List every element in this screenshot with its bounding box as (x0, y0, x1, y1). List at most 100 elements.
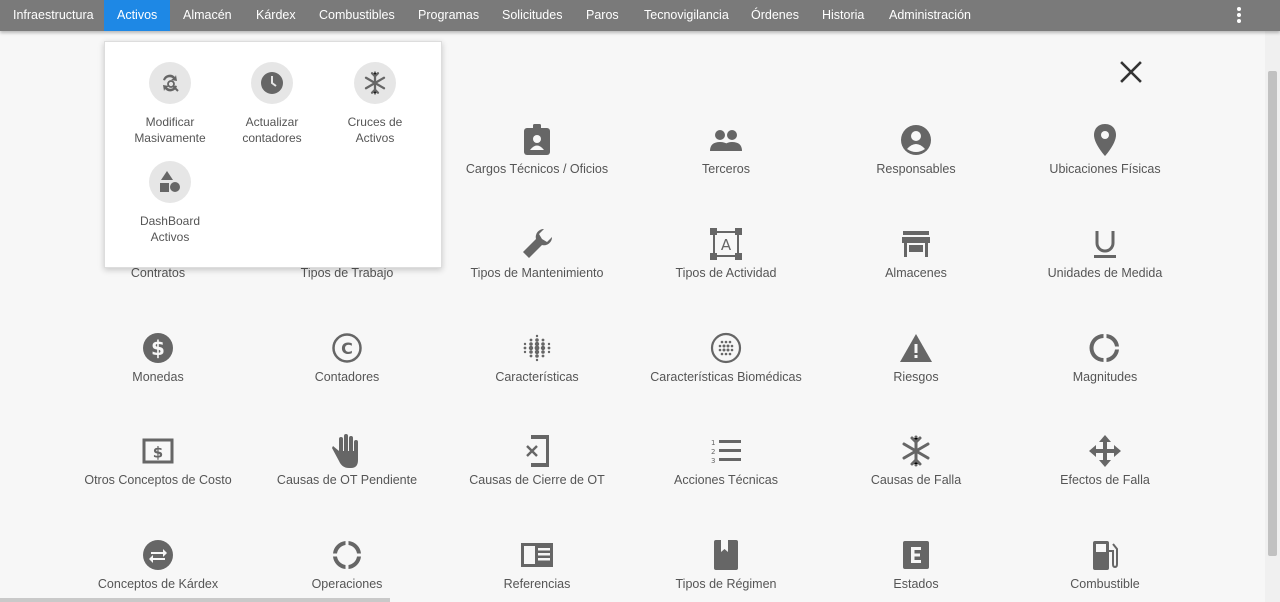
store-icon (896, 226, 936, 262)
grid-item-contadores[interactable]: C Contadores (252, 330, 442, 384)
book-icon (706, 537, 746, 573)
nav-item-almacen[interactable]: Almacén (170, 0, 245, 31)
grid-item-tipos-mantenimiento[interactable]: Tipos de Mantenimiento (442, 226, 632, 280)
snowflake-icon (896, 433, 936, 469)
grid-item-label: Características Biomédicas (650, 370, 802, 384)
grid-item-label: Ubicaciones Físicas (1049, 162, 1161, 176)
grid-item-magnitudes[interactable]: Magnitudes (1010, 330, 1200, 384)
grid-item-terceros[interactable]: Terceros (631, 122, 821, 176)
grid-item-otros-conceptos[interactable]: $ Otros Conceptos de Costo (63, 433, 253, 487)
more-vert-icon[interactable] (1228, 5, 1250, 25)
grid-item-label: Causas de Falla (870, 473, 962, 487)
svg-text:2: 2 (711, 448, 715, 456)
grid-item-causas-cierre-ot[interactable]: Causas de Cierre de OT (442, 433, 632, 487)
swap-circle-icon (138, 537, 178, 573)
nav-item-ordenes[interactable]: Órdenes (738, 0, 812, 31)
popup-item-label-line1: Modificar (145, 115, 195, 129)
grid-item-operaciones[interactable]: Operaciones (252, 537, 442, 591)
grid-item-label: Acciones Técnicas (674, 473, 778, 487)
move-arrows-icon (1085, 433, 1125, 469)
nav-item-tecnovigilancia[interactable]: Tecnovigilancia (631, 0, 742, 31)
popup-item-modificar-masivamente[interactable]: Modificar Masivamente (120, 62, 220, 146)
nav-item-kardex[interactable]: Kárdex (243, 0, 309, 31)
text-frame-icon: A (706, 226, 746, 262)
grid-item-combustible[interactable]: Combustible (1010, 537, 1200, 591)
close-icon[interactable] (1116, 57, 1146, 87)
grid-item-label: Magnitudes (1072, 370, 1138, 384)
grid-item-efectos-falla[interactable]: Efectos de Falla (1010, 433, 1200, 487)
numbered-list-icon: 123 (706, 433, 746, 469)
grid-item-label: Estados (893, 577, 939, 591)
grid-item-label: Características (495, 370, 579, 384)
grid-item-label: Contadores (314, 370, 380, 384)
swap-search-icon (149, 62, 191, 104)
grid-item-caracteristicas-biomedicas[interactable]: Características Biomédicas (631, 330, 821, 384)
grid-item-conceptos-kardex[interactable]: Conceptos de Kárdex (63, 537, 253, 591)
close-document-icon (517, 433, 557, 469)
popup-item-dashboard-activos[interactable]: DashBoard Activos (120, 161, 220, 245)
grid-item-label: Monedas (132, 370, 184, 384)
grid-item-riesgos[interactable]: Riesgos (821, 330, 1011, 384)
money-icon: $ (138, 433, 178, 469)
grid-item-caracteristicas[interactable]: Características (442, 330, 632, 384)
grid-item-almacenes[interactable]: Almacenes (821, 226, 1011, 280)
nav-item-infraestructura[interactable]: Infraestructura (0, 0, 107, 31)
svg-text:$: $ (151, 336, 165, 360)
fuel-icon (1085, 537, 1125, 573)
grid-item-label: Almacenes (885, 266, 947, 280)
chrome-reader-icon (517, 537, 557, 573)
grid-item-responsables[interactable]: Responsables (821, 122, 1011, 176)
grid-item-ubicaciones[interactable]: Ubicaciones Físicas (1010, 122, 1200, 176)
nav-item-programas[interactable]: Programas (405, 0, 492, 31)
popup-item-cruces-activos[interactable]: Cruces de Activos (325, 62, 425, 146)
horizontal-scrollbar[interactable] (0, 598, 390, 602)
popup-item-label-line2: Masivamente (134, 131, 206, 145)
nav-item-paros[interactable]: Paros (573, 0, 632, 31)
grid-item-label: Combustible (1070, 577, 1140, 591)
popup-item-label-line2: Activos (355, 131, 395, 145)
account-circle-icon (896, 122, 936, 158)
grid-item-unidades-medida[interactable]: Unidades de Medida (1010, 226, 1200, 280)
grid-item-monedas[interactable]: $ Monedas (63, 330, 253, 384)
nav-item-activos[interactable]: Activos (104, 0, 171, 31)
badge-icon (517, 122, 557, 158)
dollar-circle-icon: $ (138, 330, 178, 366)
grid-item-label: Tipos de Régimen (675, 577, 777, 591)
grid-item-cargos[interactable]: Cargos Técnicos / Oficios (442, 122, 632, 176)
grid-item-tipos-regimen[interactable]: Tipos de Régimen (631, 537, 821, 591)
grid-item-label: Responsables (876, 162, 956, 176)
nav-item-historia[interactable]: Historia (809, 0, 877, 31)
grid-item-label: Tipos de Actividad (675, 266, 777, 280)
scrollbar-thumb[interactable] (1268, 71, 1277, 556)
donut-icon (1085, 330, 1125, 366)
grid-item-label: Terceros (702, 162, 750, 176)
grid-item-label: Efectos de Falla (1060, 473, 1150, 487)
grid-item-label: Otros Conceptos de Costo (84, 473, 232, 487)
dots-grid-icon (517, 330, 557, 366)
svg-text:$: $ (153, 444, 163, 462)
grid-item-referencias[interactable]: Referencias (442, 537, 632, 591)
clock-icon (251, 62, 293, 104)
popup-item-label-line2: Activos (150, 230, 190, 244)
grid-item-acciones-tecnicas[interactable]: 123 Acciones Técnicas (631, 433, 821, 487)
grid-item-causas-falla[interactable]: Causas de Falla (821, 433, 1011, 487)
dots-circle-icon (706, 330, 746, 366)
svg-text:3: 3 (711, 457, 715, 465)
snowflake-icon (354, 62, 396, 104)
nav-item-solicitudes[interactable]: Solicitudes (489, 0, 575, 31)
location-pin-icon (1085, 122, 1125, 158)
grid-item-causas-ot-pendiente[interactable]: Causas de OT Pendiente (252, 433, 442, 487)
popup-item-actualizar-contadores[interactable]: Actualizar contadores (222, 62, 322, 146)
underline-icon (1085, 226, 1125, 262)
grid-item-estados[interactable]: Estados (821, 537, 1011, 591)
letter-e-icon (896, 537, 936, 573)
nav-item-administracion[interactable]: Administración (876, 0, 984, 31)
grid-item-label: Causas de OT Pendiente (276, 473, 418, 487)
grid-item-tipos-actividad[interactable]: A Tipos de Actividad (631, 226, 821, 280)
grid-item-label: Conceptos de Kárdex (97, 577, 219, 591)
nav-item-combustibles[interactable]: Combustibles (306, 0, 408, 31)
grid-item-label: Unidades de Medida (1047, 266, 1163, 280)
vertical-scrollbar[interactable] (1265, 31, 1280, 602)
grid-item-label: Tipos de Trabajo (300, 266, 394, 280)
grid-item-label: Riesgos (893, 370, 939, 384)
